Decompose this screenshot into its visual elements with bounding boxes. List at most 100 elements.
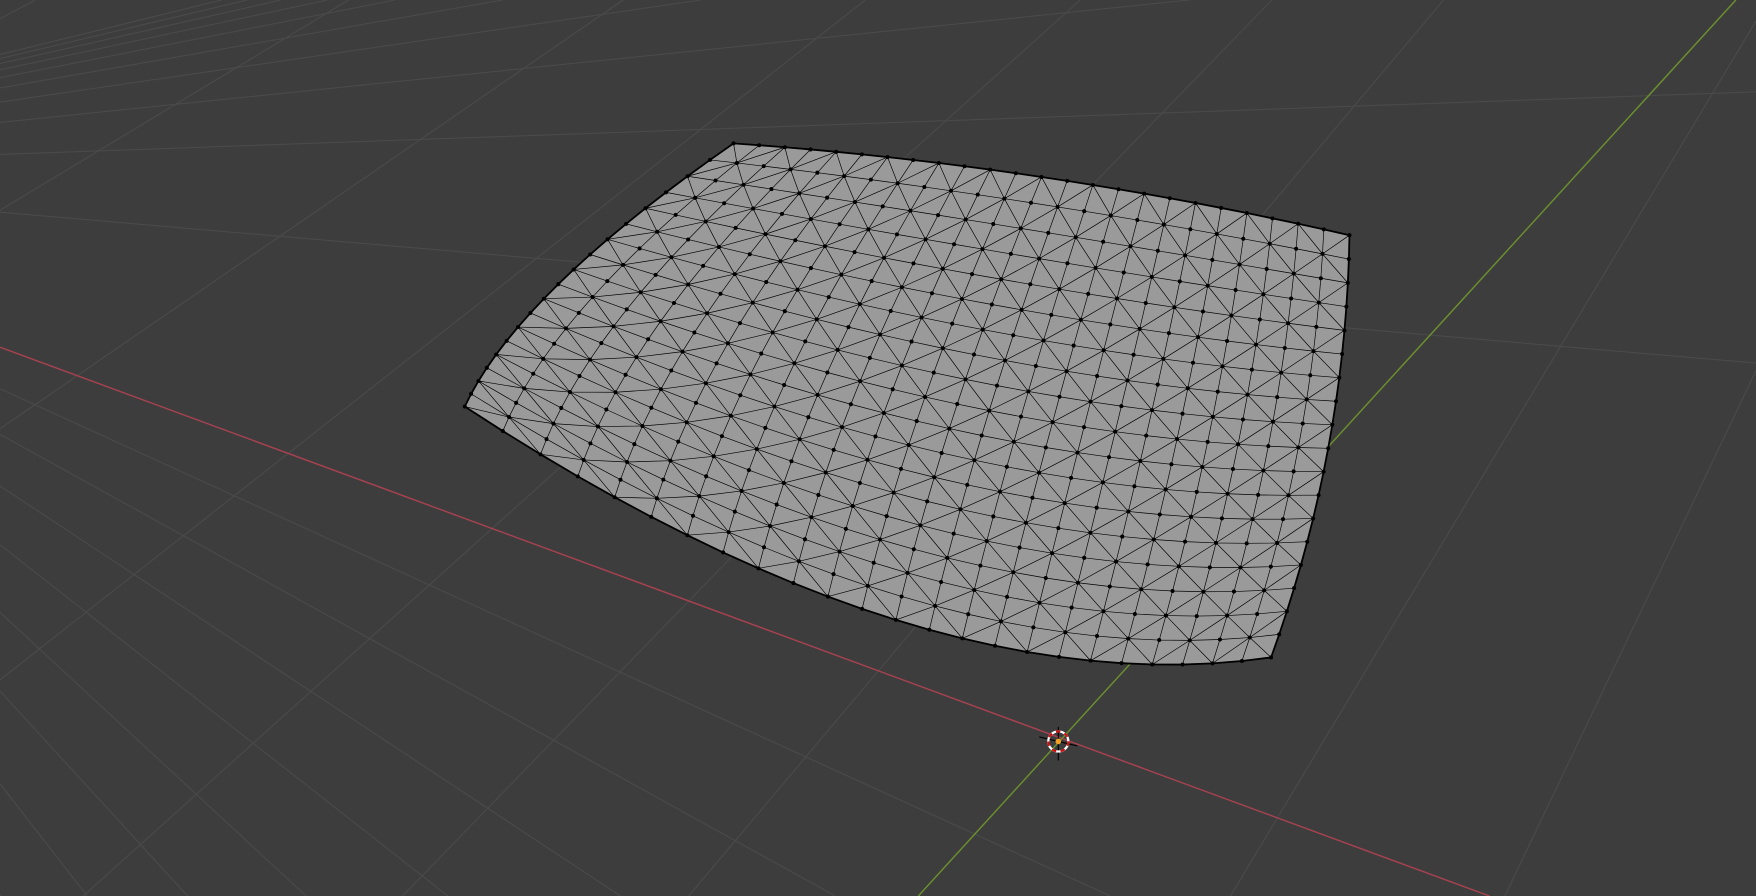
mesh-vertex[interactable] bbox=[469, 391, 474, 396]
mesh-vertex[interactable] bbox=[1316, 493, 1321, 498]
mesh-vertex[interactable] bbox=[708, 157, 713, 162]
mesh-vertex[interactable] bbox=[484, 365, 489, 370]
mesh-vertex[interactable] bbox=[802, 537, 807, 542]
mesh-vertex[interactable] bbox=[563, 326, 569, 331]
mesh-vertex[interactable] bbox=[611, 324, 616, 329]
mesh-vertex[interactable] bbox=[960, 636, 965, 641]
mesh-vertex[interactable] bbox=[1145, 562, 1150, 567]
mesh-vertex[interactable] bbox=[1277, 632, 1282, 637]
mesh-vertex[interactable] bbox=[1041, 338, 1046, 343]
mesh-vertex[interactable] bbox=[1063, 630, 1068, 635]
mesh-vertex[interactable] bbox=[1011, 333, 1016, 338]
mesh-vertex[interactable] bbox=[884, 514, 889, 519]
mesh-vertex[interactable] bbox=[998, 619, 1003, 624]
mesh-vertex[interactable] bbox=[940, 346, 945, 351]
mesh-vertex[interactable] bbox=[825, 594, 830, 599]
mesh-vertex[interactable] bbox=[669, 368, 674, 373]
mesh-vertex[interactable] bbox=[1282, 345, 1287, 350]
mesh-vertex[interactable] bbox=[515, 325, 521, 330]
mesh-vertex[interactable] bbox=[1101, 348, 1106, 353]
mesh-vertex[interactable] bbox=[1213, 540, 1219, 545]
mesh-vertex[interactable] bbox=[1157, 512, 1162, 517]
mesh-vertex[interactable] bbox=[932, 475, 937, 480]
mesh-vertex[interactable] bbox=[1135, 218, 1140, 223]
mesh-vertex[interactable] bbox=[914, 419, 919, 424]
mesh-vertex[interactable] bbox=[1002, 358, 1007, 363]
mesh-vertex[interactable] bbox=[1346, 257, 1351, 262]
mesh-vertex[interactable] bbox=[1296, 445, 1301, 450]
mesh-vertex[interactable] bbox=[994, 383, 1000, 388]
mesh-vertex[interactable] bbox=[1139, 587, 1144, 592]
mesh-vertex[interactable] bbox=[658, 319, 663, 324]
mesh-vertex[interactable] bbox=[929, 291, 934, 296]
mesh-vertex[interactable] bbox=[815, 170, 820, 175]
mesh-vertex[interactable] bbox=[693, 195, 698, 200]
mesh-vertex[interactable] bbox=[1291, 271, 1296, 276]
mesh-vertex[interactable] bbox=[778, 259, 783, 264]
mesh-vertex[interactable] bbox=[1180, 411, 1185, 416]
mesh-vertex[interactable] bbox=[959, 296, 964, 301]
mesh-vertex[interactable] bbox=[808, 266, 813, 271]
mesh-vertex[interactable] bbox=[933, 603, 938, 608]
mesh-vertex[interactable] bbox=[1037, 470, 1042, 475]
mesh-vertex[interactable] bbox=[1183, 539, 1188, 544]
mesh-vertex[interactable] bbox=[1119, 404, 1124, 409]
mesh-vertex[interactable] bbox=[1311, 349, 1316, 354]
mesh-vertex[interactable] bbox=[693, 400, 698, 405]
mesh-vertex[interactable] bbox=[927, 627, 932, 632]
mesh-vertex[interactable] bbox=[1261, 468, 1266, 473]
mesh-vertex[interactable] bbox=[895, 181, 900, 186]
mesh-vertex[interactable] bbox=[1311, 516, 1316, 521]
mesh-vertex[interactable] bbox=[1057, 654, 1062, 659]
mesh-vertex[interactable] bbox=[1056, 526, 1061, 531]
mesh-vertex[interactable] bbox=[898, 466, 903, 471]
mesh-vertex[interactable] bbox=[1239, 659, 1244, 664]
mesh-vertex[interactable] bbox=[1207, 565, 1212, 570]
mesh-vertex[interactable] bbox=[803, 339, 808, 344]
mesh-vertex[interactable] bbox=[1292, 586, 1297, 591]
mesh-vertex[interactable] bbox=[1073, 235, 1078, 240]
mesh-vertex[interactable] bbox=[588, 441, 593, 446]
mesh-vertex[interactable] bbox=[972, 458, 977, 463]
mesh-vertex[interactable] bbox=[1262, 588, 1267, 593]
mesh-vertex[interactable] bbox=[1170, 588, 1175, 594]
mesh-vertex[interactable] bbox=[1081, 425, 1087, 430]
mesh-vertex[interactable] bbox=[595, 424, 600, 429]
mesh-vertex[interactable] bbox=[859, 152, 864, 157]
mesh-vertex[interactable] bbox=[746, 468, 751, 473]
mesh-vertex[interactable] bbox=[703, 381, 708, 386]
mesh-vertex[interactable] bbox=[965, 482, 970, 487]
mesh-vertex[interactable] bbox=[797, 191, 802, 196]
mesh-vertex[interactable] bbox=[541, 296, 546, 301]
mesh-vertex[interactable] bbox=[1017, 545, 1022, 550]
mesh-vertex[interactable] bbox=[1275, 540, 1280, 545]
mesh-vertex[interactable] bbox=[1267, 241, 1272, 246]
mesh-vertex[interactable] bbox=[840, 425, 845, 430]
mesh-vertex[interactable] bbox=[684, 420, 689, 425]
mesh-vertex[interactable] bbox=[795, 287, 800, 292]
mesh-vertex[interactable] bbox=[1175, 437, 1180, 442]
mesh-vertex[interactable] bbox=[1321, 469, 1326, 474]
mesh-vertex[interactable] bbox=[722, 201, 727, 206]
mesh-vertex[interactable] bbox=[1101, 609, 1106, 614]
mesh-vertex[interactable] bbox=[945, 555, 950, 560]
mesh-vertex[interactable] bbox=[1166, 331, 1171, 336]
mesh-vertex[interactable] bbox=[992, 643, 997, 648]
mesh-vertex[interactable] bbox=[789, 459, 794, 464]
mesh-vertex[interactable] bbox=[1026, 389, 1031, 394]
mesh-vertex[interactable] bbox=[763, 232, 768, 237]
mesh-vertex[interactable] bbox=[1187, 638, 1192, 643]
mesh-vertex[interactable] bbox=[891, 490, 896, 495]
mesh-vertex[interactable] bbox=[1238, 565, 1243, 570]
mesh-vertex[interactable] bbox=[1284, 609, 1289, 614]
mesh-vertex[interactable] bbox=[949, 188, 954, 193]
mesh-vertex[interactable] bbox=[764, 280, 769, 285]
mesh-vertex[interactable] bbox=[462, 404, 467, 409]
mesh-vertex[interactable] bbox=[782, 309, 787, 314]
mesh-vertex[interactable] bbox=[1126, 636, 1131, 641]
mesh-vertex[interactable] bbox=[923, 237, 928, 242]
mesh-vertex[interactable] bbox=[1233, 288, 1238, 293]
mesh-vertex[interactable] bbox=[1143, 300, 1148, 306]
mesh-vertex[interactable] bbox=[649, 514, 654, 519]
mesh-vertex[interactable] bbox=[605, 279, 610, 284]
